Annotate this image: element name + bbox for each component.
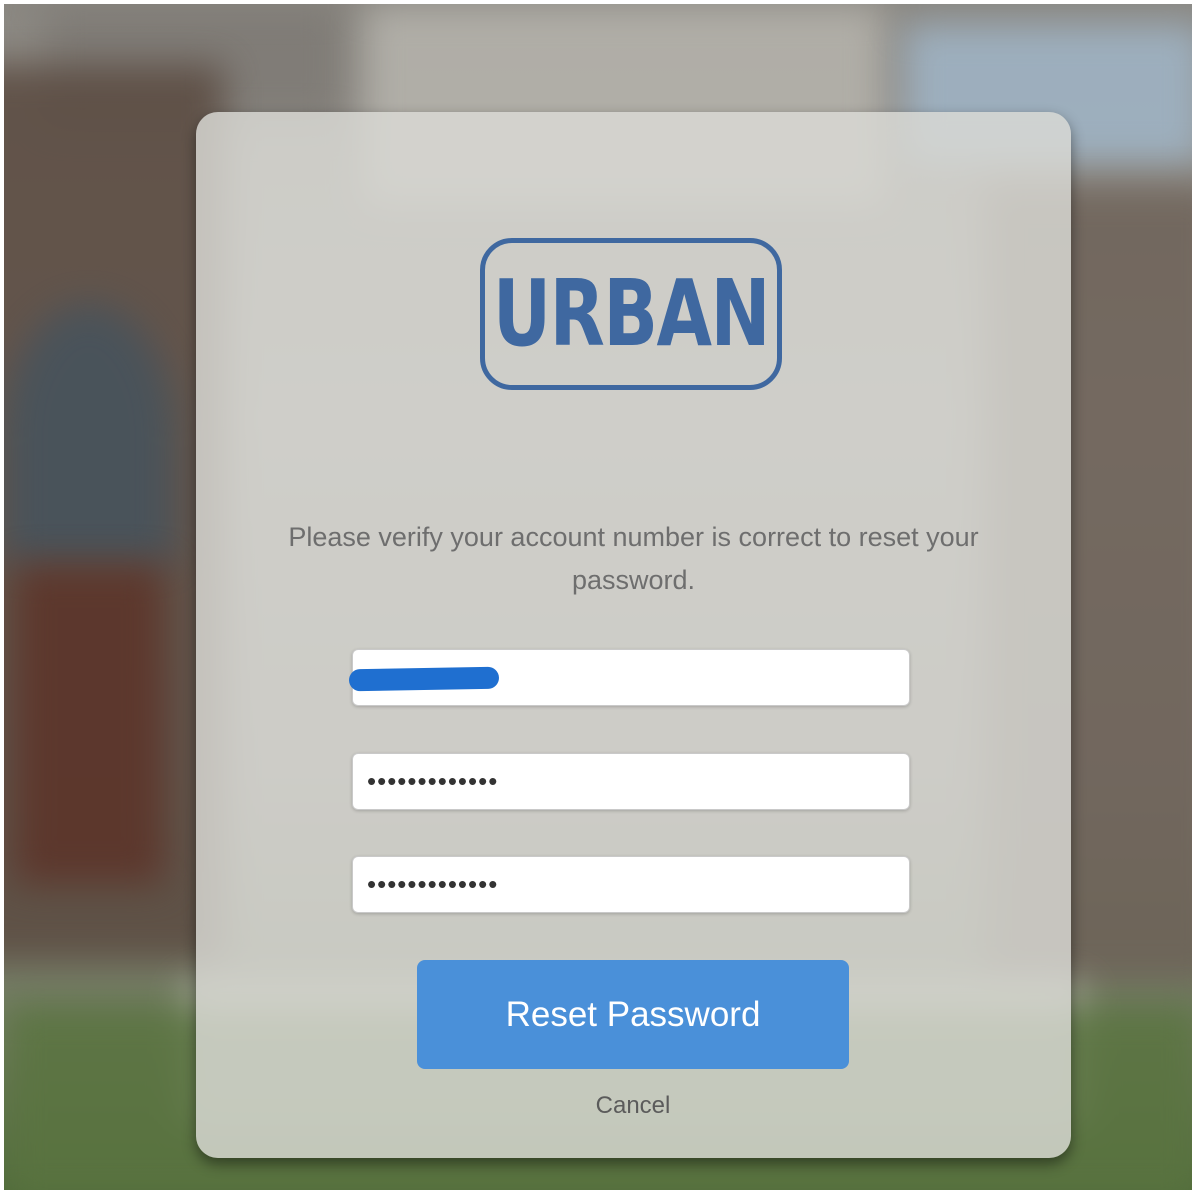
new-password-input[interactable]: [352, 753, 910, 810]
logo-text: URBAN: [492, 260, 771, 367]
reset-password-card: URBAN Please verify your account number …: [196, 112, 1071, 1158]
reset-password-button[interactable]: Reset Password: [417, 960, 849, 1069]
confirm-password-input[interactable]: [352, 856, 910, 913]
cancel-link[interactable]: Cancel: [533, 1092, 733, 1120]
instruction-message: Please verify your account number is cor…: [288, 522, 979, 595]
redaction-mark: [348, 666, 500, 692]
urban-logo: URBAN: [480, 238, 782, 390]
